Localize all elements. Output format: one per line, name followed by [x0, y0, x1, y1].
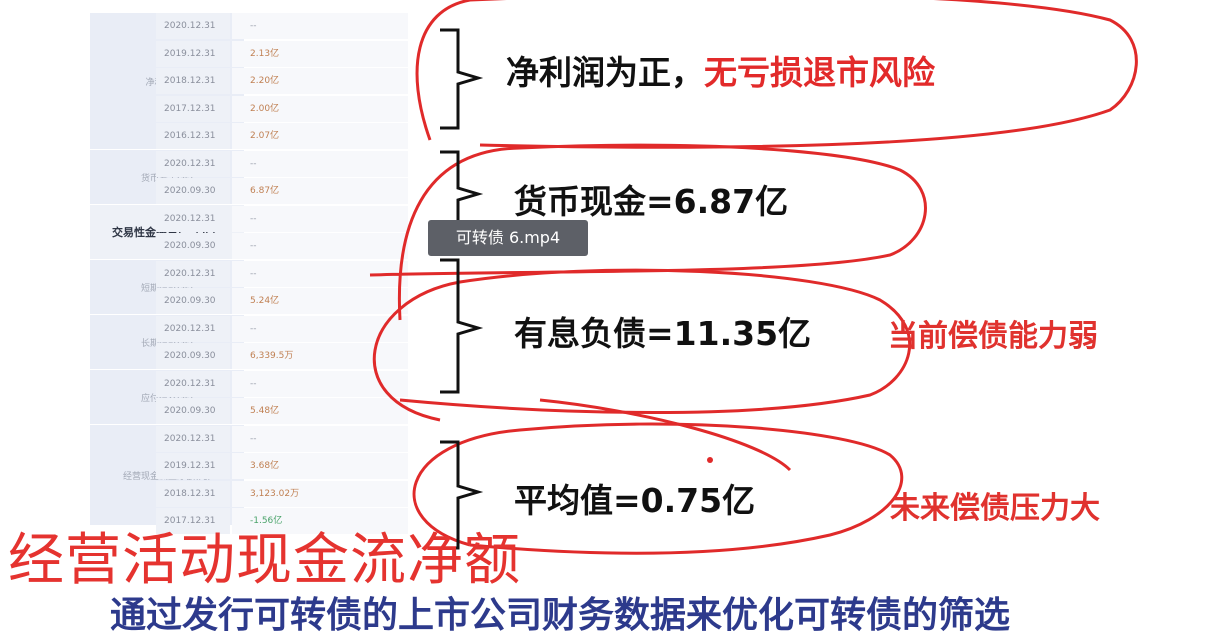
risk-note: 无亏损退市风险: [704, 53, 935, 92]
debt-note: 有息负债=11.35亿: [514, 314, 812, 353]
video-frame: 净利润(元) 货币资金(元) 交易性金融资产（元） 短期借款(元) 长期借款(元…: [0, 0, 1230, 636]
average-side-note: 未来偿债压力大: [890, 491, 1100, 526]
video-filename-tooltip: 可转债 6.mp4: [428, 220, 588, 256]
cash-note: 货币现金=6.87亿: [514, 182, 789, 221]
debt-side-note: 当前偿债能力弱: [888, 319, 1098, 354]
net-profit-note: 净利润为正，无亏损退市风险: [506, 53, 935, 92]
average-note: 平均值=0.75亿: [514, 481, 756, 520]
section-caption: 经营活动现金流净额: [8, 528, 521, 593]
subtitle-caption: 通过发行可转债的上市公司财务数据来优化可转债的筛选: [110, 595, 1011, 636]
